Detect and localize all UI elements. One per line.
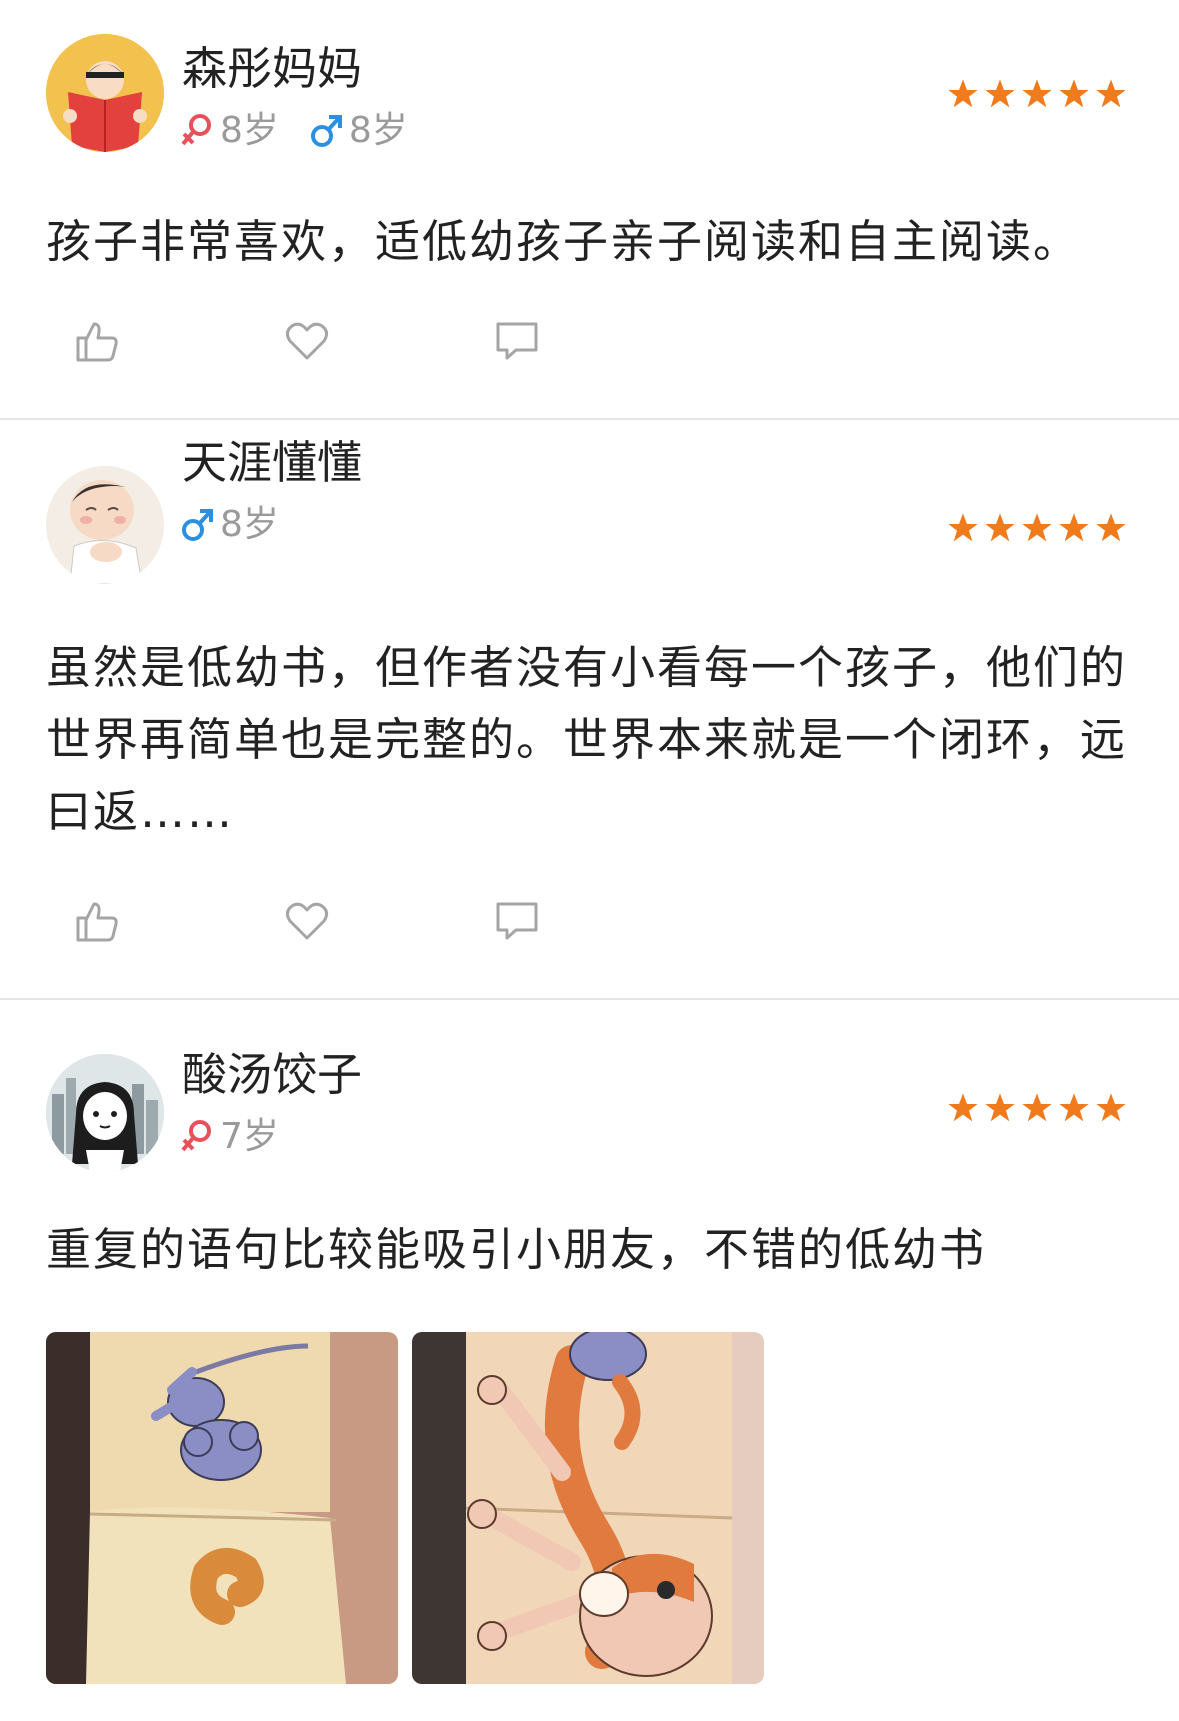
avatar[interactable] bbox=[46, 1054, 164, 1172]
child-age: 8岁 bbox=[220, 110, 279, 151]
avatar[interactable] bbox=[46, 34, 164, 152]
comment-icon bbox=[496, 902, 538, 940]
star-icon bbox=[1096, 513, 1126, 542]
action-bar bbox=[74, 896, 704, 946]
star-icon bbox=[948, 79, 978, 108]
star-icon bbox=[1096, 1093, 1126, 1122]
review-card: 天涯懂懂 8岁 虽然是低幼书，但作者没有小看每一个孩子，他们的世界再简单也是完整… bbox=[0, 420, 1179, 998]
comment-button[interactable] bbox=[494, 316, 704, 366]
star-icon bbox=[1059, 79, 1089, 108]
review-text: 虽然是低幼书，但作者没有小看每一个孩子，他们的世界再简单也是完整的。世界本来就是… bbox=[46, 641, 1128, 838]
username[interactable]: 酸汤饺子 bbox=[182, 1052, 362, 1097]
username[interactable]: 天涯懂懂 bbox=[182, 440, 362, 485]
heart-icon bbox=[285, 322, 329, 360]
star-icon bbox=[1059, 1093, 1089, 1122]
rating-stars bbox=[947, 1092, 1127, 1124]
child-badges: 8岁 bbox=[180, 506, 309, 544]
favorite-button[interactable] bbox=[284, 896, 494, 946]
star-icon bbox=[1022, 1093, 1052, 1122]
username[interactable]: 森彤妈妈 bbox=[182, 46, 362, 91]
star-icon bbox=[1096, 79, 1126, 108]
child-badge: 7岁 bbox=[180, 1118, 279, 1156]
comment-button[interactable] bbox=[494, 896, 704, 946]
favorite-button[interactable] bbox=[284, 316, 494, 366]
child-badge: 8岁 bbox=[309, 112, 408, 150]
child-age: 7岁 bbox=[220, 1116, 279, 1157]
action-bar bbox=[74, 316, 704, 366]
male-icon bbox=[182, 509, 213, 541]
child-age: 8岁 bbox=[348, 110, 408, 151]
star-icon bbox=[948, 513, 978, 542]
like-button[interactable] bbox=[74, 896, 284, 946]
rating-stars bbox=[947, 78, 1127, 110]
star-icon bbox=[985, 79, 1015, 108]
male-icon bbox=[310, 115, 342, 147]
star-icon bbox=[985, 513, 1015, 542]
review-photo[interactable] bbox=[46, 1332, 398, 1684]
star-icon bbox=[1059, 513, 1089, 542]
review-text: 孩子非常喜欢，适低幼孩子亲子阅读和自主阅读。 bbox=[46, 215, 1081, 268]
star-icon bbox=[1022, 79, 1052, 108]
avatar[interactable] bbox=[46, 466, 164, 584]
child-badge: 8岁 bbox=[180, 506, 279, 544]
star-icon bbox=[948, 1093, 978, 1122]
star-icon bbox=[985, 1093, 1015, 1122]
child-age: 8岁 bbox=[220, 504, 279, 545]
child-badges: 8岁 8岁 bbox=[180, 112, 438, 150]
comment-icon bbox=[496, 322, 538, 360]
star-icon bbox=[1022, 513, 1052, 542]
review-card: 森彤妈妈 8岁 8岁 孩子非常喜欢，适低幼孩子亲子阅读和自主阅读。 bbox=[0, 0, 1179, 418]
female-icon bbox=[181, 114, 211, 146]
thumbs-up-icon bbox=[76, 902, 118, 942]
child-badge: 8岁 bbox=[180, 112, 279, 150]
rating-stars bbox=[947, 512, 1127, 544]
child-badges: 7岁 bbox=[180, 1118, 309, 1156]
heart-icon bbox=[285, 902, 329, 940]
review-photo[interactable] bbox=[412, 1332, 764, 1684]
review-text: 重复的语句比较能吸引小朋友，不错的低幼书 bbox=[46, 1223, 987, 1276]
thumbs-up-icon bbox=[76, 322, 118, 362]
review-card: 酸汤饺子 7岁 重复的语句比较能吸引小朋友，不错的低幼书 bbox=[0, 1000, 1179, 1721]
like-button[interactable] bbox=[74, 316, 284, 366]
female-icon bbox=[181, 1120, 211, 1152]
